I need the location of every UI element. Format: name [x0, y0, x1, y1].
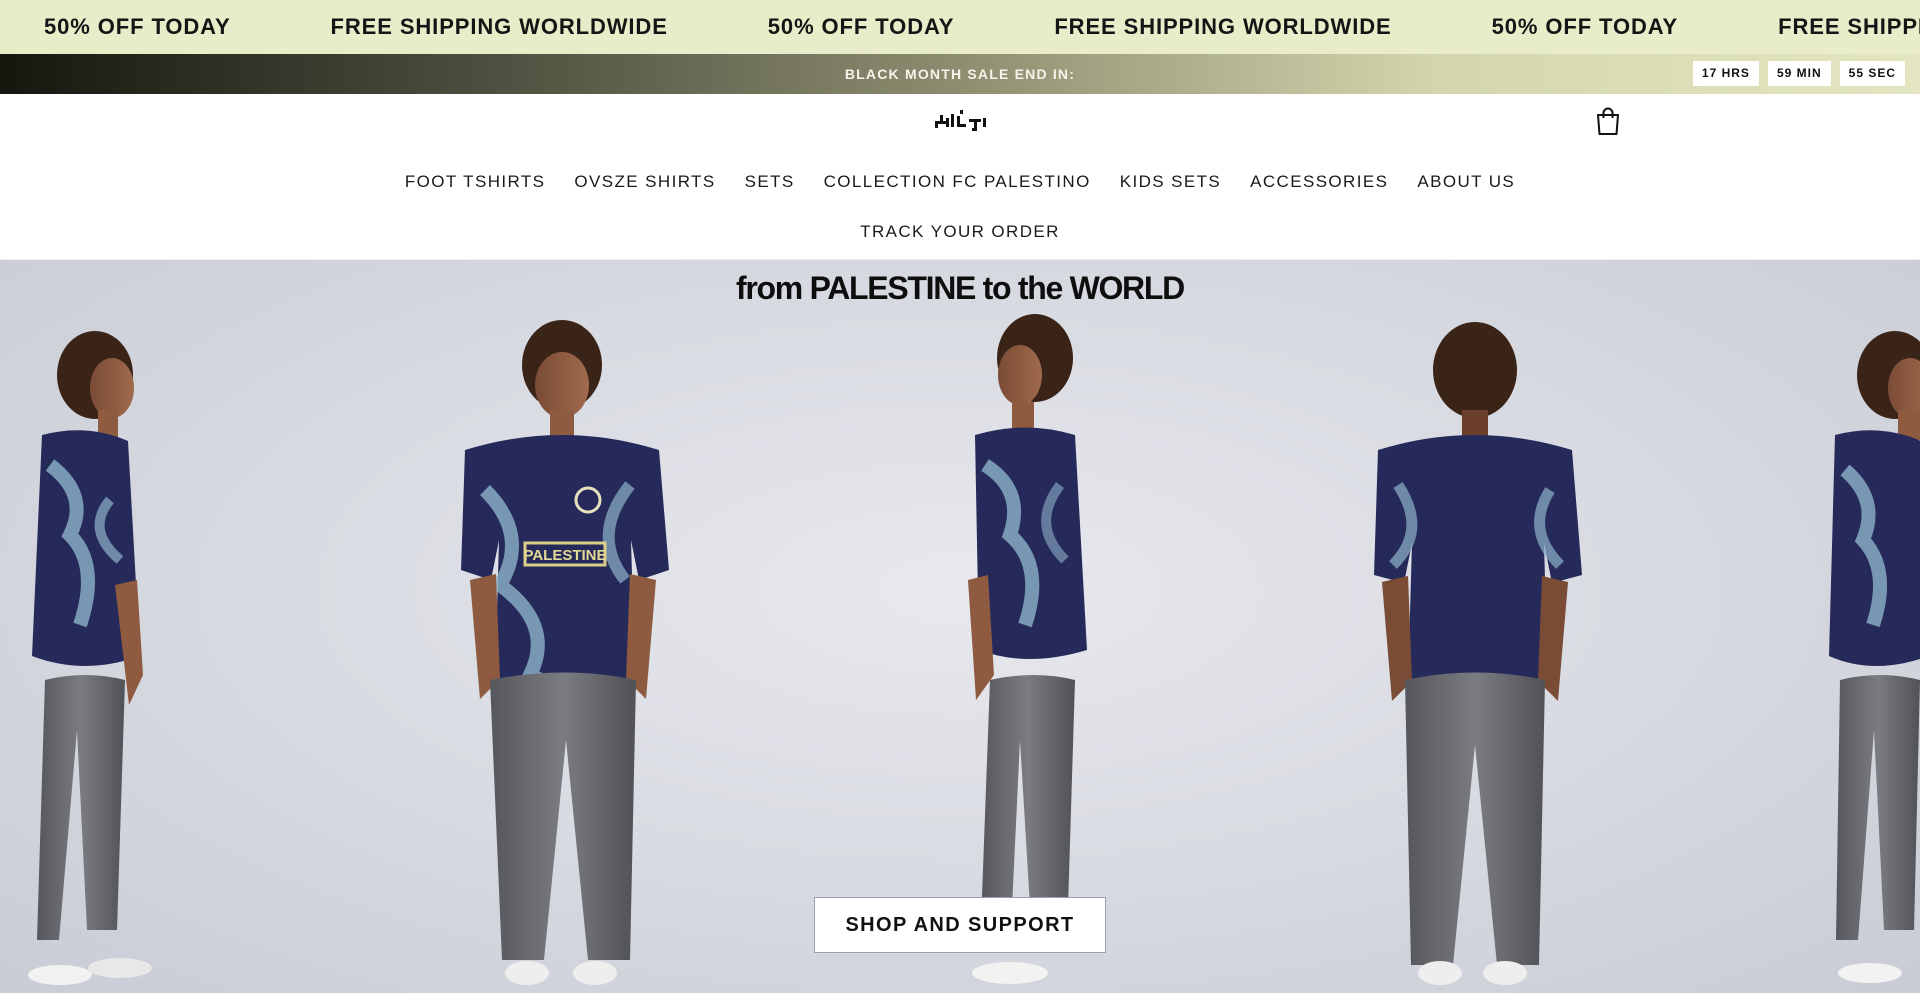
nav-sets[interactable]: SETS: [745, 172, 795, 192]
model-figure: [28, 331, 152, 985]
hero-headline: from PALESTINE to the WORLD: [0, 270, 1920, 307]
model-figure: PALESTINE: [461, 320, 669, 985]
brand-logo-icon: [935, 110, 986, 131]
nav-foot-tshirts[interactable]: FOOT TSHIRTS: [405, 172, 546, 192]
marquee-item: FREE SHIPPING WORLDWIDE: [330, 14, 668, 39]
countdown-timer: 17 HRS 59 MIN 55 SEC: [1692, 61, 1905, 86]
nav-accessories[interactable]: ACCESSORIES: [1250, 172, 1388, 192]
main-nav: FOOT TSHIRTS OVSZE SHIRTS SETS COLLECTIO…: [0, 172, 1920, 192]
headline-world: WORLD: [1069, 270, 1186, 306]
headline-to-the: to the: [975, 270, 1070, 306]
nav-track-your-order[interactable]: TRACK YOUR ORDER: [860, 222, 1060, 242]
model-figure: [968, 314, 1087, 984]
headline-palestine: PALESTINE: [809, 270, 977, 306]
site-header: FOOT TSHIRTS OVSZE SHIRTS SETS COLLECTIO…: [0, 94, 1920, 260]
model-figure: [1829, 331, 1920, 983]
marquee-item: 50% OFF TODAY: [44, 14, 231, 39]
promo-marquee: 50% OFF TODAY FREE SHIPPING WORLDWIDE 50…: [0, 0, 1920, 54]
timer-seconds: 55 SEC: [1839, 61, 1905, 86]
hero-banner: PALESTINE from PALESTINE to the WORLD SH…: [0, 260, 1920, 993]
marquee-item: 50% OFF TODAY: [1491, 14, 1679, 39]
model-figure: [1374, 322, 1582, 985]
nav-ovsze-shirts[interactable]: OVSZE SHIRTS: [574, 172, 715, 192]
timer-minutes: 59 MIN: [1767, 61, 1831, 86]
secondary-nav: TRACK YOUR ORDER: [0, 222, 1920, 242]
marquee-item: FREE SHIPPING WORLDWIDE: [1778, 14, 1920, 39]
marquee-item: 50% OFF TODAY: [767, 14, 955, 39]
countdown-label: BLACK MONTH SALE END IN:: [844, 66, 1076, 82]
marquee-item: FREE SHIPPING WORLDWIDE: [1054, 14, 1392, 39]
hero-image: PALESTINE: [28, 314, 1920, 985]
timer-hours: 17 HRS: [1692, 61, 1759, 86]
nav-kids-sets[interactable]: KIDS SETS: [1120, 172, 1221, 192]
jersey-text: PALESTINE: [523, 547, 606, 564]
nav-about-us[interactable]: ABOUT US: [1417, 172, 1515, 192]
countdown-bar: BLACK MONTH SALE END IN: 17 HRS 59 MIN 5…: [0, 54, 1920, 94]
shopping-bag-icon: [1597, 107, 1619, 135]
shop-and-support-button[interactable]: SHOP AND SUPPORT: [814, 897, 1106, 953]
cart-button[interactable]: [1594, 106, 1622, 136]
nav-collection-fc-palestino[interactable]: COLLECTION FC PALESTINO: [824, 172, 1091, 192]
marquee-track: 50% OFF TODAY FREE SHIPPING WORLDWIDE 50…: [44, 0, 1920, 54]
headline-from: from: [736, 270, 810, 306]
brand-logo[interactable]: [933, 106, 989, 136]
